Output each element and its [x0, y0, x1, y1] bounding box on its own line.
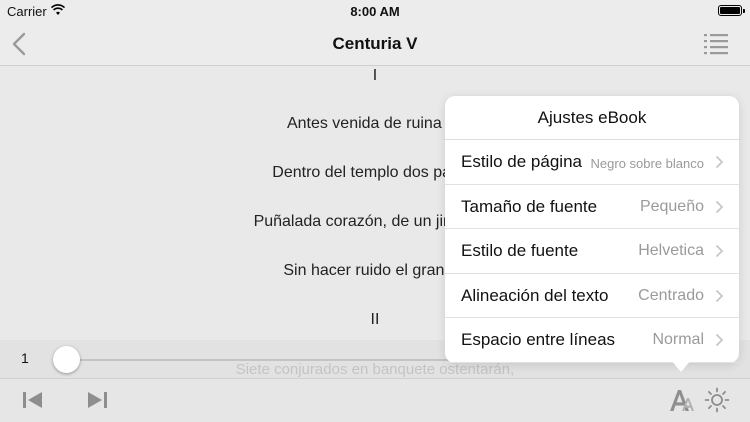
chevron-right-icon: [715, 155, 724, 169]
list-icon[interactable]: [702, 30, 730, 58]
setting-value: Normal: [652, 331, 704, 348]
setting-label: Espacio entre líneas: [461, 330, 616, 349]
chevron-right-icon: [715, 244, 724, 258]
chevron-right-icon: [715, 289, 724, 302]
bottom-toolbar: [0, 378, 750, 422]
brightness-icon[interactable]: [704, 387, 730, 413]
status-bar: Carrier 8:00 AM: [0, 0, 750, 22]
battery-icon: [718, 5, 745, 16]
chevron-right-icon: [715, 333, 724, 347]
skip-forward-icon[interactable]: [86, 390, 108, 410]
ebook-settings-popover: Ajustes eBook Estilo de página Negro sob…: [445, 96, 739, 372]
verse-number: I: [372, 67, 378, 84]
setting-value: Centrado: [638, 286, 704, 304]
setting-label: Estilo de fuente: [461, 241, 579, 260]
setting-line-spacing[interactable]: Espacio entre líneas Normal: [445, 318, 739, 363]
setting-value: Negro sobre blanco: [590, 156, 704, 171]
setting-font-size[interactable]: Tamaño de fuente Pequeño: [445, 185, 739, 229]
setting-label: Tamaño de fuente: [461, 196, 598, 216]
next-page-preview: Siete conjurados en banquete ostentarán,: [235, 361, 515, 378]
chevron-right-icon: [715, 200, 724, 213]
page-title: Centuria V: [332, 34, 418, 53]
popover-title: Ajustes eBook: [445, 96, 739, 140]
navigation-bar: Centuria V: [0, 22, 750, 66]
setting-label: Alineación del texto: [461, 285, 609, 305]
popover-arrow: [671, 360, 691, 372]
clock: 8:00 AM: [350, 4, 400, 19]
setting-font-style[interactable]: Estilo de fuente Helvetica: [445, 229, 739, 274]
setting-page-style[interactable]: Estilo de página Negro sobre blanco: [445, 140, 739, 185]
setting-value: Pequeño: [639, 197, 704, 215]
font-settings-icon[interactable]: [668, 387, 696, 413]
setting-text-alignment[interactable]: Alineación del texto Centrado: [445, 274, 739, 318]
setting-value: Helvetica: [638, 242, 704, 259]
setting-label: Estilo de página: [461, 152, 582, 171]
skip-back-icon[interactable]: [22, 390, 44, 410]
page-slider-thumb[interactable]: [53, 346, 80, 373]
